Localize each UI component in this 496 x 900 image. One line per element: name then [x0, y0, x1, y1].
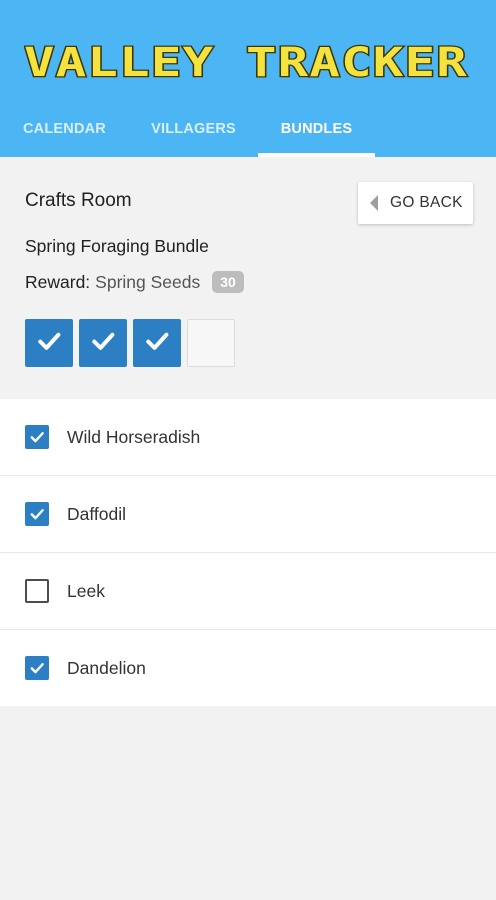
bundle-slot	[25, 319, 73, 367]
checkmark-icon	[28, 659, 46, 677]
reward-value: Spring Seeds	[95, 271, 201, 292]
go-back-label: GO BACK	[390, 194, 463, 211]
item-label: Leek	[67, 580, 105, 601]
item-label: Daffodil	[67, 503, 127, 524]
list-item[interactable]: Leek	[0, 553, 496, 630]
tab-bundles[interactable]: BUNDLES	[258, 100, 375, 157]
app-bar: VALLEY TRACKER CALENDAR VILLAGERS BUNDLE…	[0, 0, 496, 157]
list-item[interactable]: Daffodil	[0, 476, 496, 553]
app-title: VALLEY TRACKER	[24, 42, 468, 84]
tab-calendar[interactable]: CALENDAR	[0, 100, 129, 157]
item-label: Dandelion	[67, 657, 146, 678]
active-tab-indicator	[258, 153, 375, 157]
checkmark-icon	[28, 428, 46, 446]
item-checkbox[interactable]	[25, 656, 49, 680]
bundle-slots	[25, 319, 241, 367]
checkmark-icon	[34, 326, 64, 361]
tab-bar: CALENDAR VILLAGERS BUNDLES	[0, 100, 496, 157]
bundle-name: Spring Foraging Bundle	[25, 236, 209, 256]
back-arrow-icon	[370, 195, 378, 211]
reward-label: Reward:	[25, 271, 91, 292]
room-title: Crafts Room	[25, 190, 132, 211]
list-item[interactable]: Wild Horseradish	[0, 399, 496, 476]
bundle-slot	[133, 319, 181, 367]
go-back-button[interactable]: GO BACK	[358, 182, 473, 224]
item-checkbox[interactable]	[25, 502, 49, 526]
app-logo: VALLEY TRACKER	[24, 42, 468, 84]
checkmark-icon	[88, 326, 118, 361]
list-item[interactable]: Dandelion	[0, 630, 496, 706]
bundle-slot	[79, 319, 127, 367]
item-label: Wild Horseradish	[67, 426, 201, 447]
reward-row: Reward: Spring Seeds 30	[25, 268, 244, 296]
tab-villagers[interactable]: VILLAGERS	[129, 100, 258, 157]
bundle-item-list: Wild Horseradish Daffodil Leek Dandelion	[0, 399, 496, 706]
checkmark-icon	[28, 505, 46, 523]
item-checkbox[interactable]	[25, 425, 49, 449]
reward-count-badge: 30	[212, 271, 244, 293]
checkmark-icon	[142, 326, 172, 361]
item-checkbox[interactable]	[25, 579, 49, 603]
bundle-slot	[187, 319, 235, 367]
